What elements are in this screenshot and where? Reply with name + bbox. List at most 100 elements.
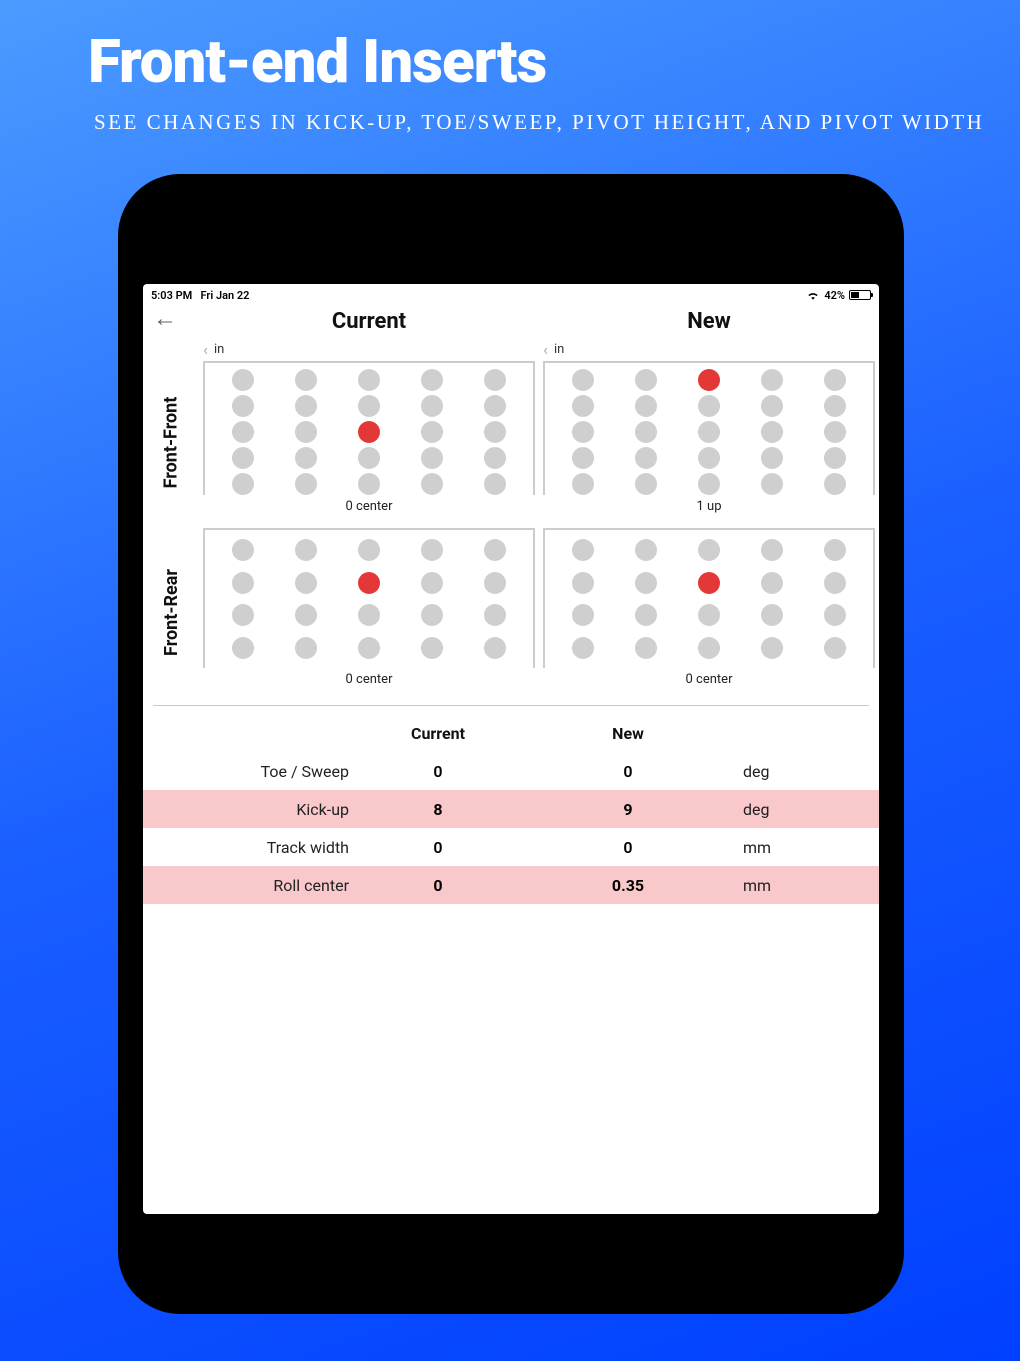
insert-dot[interactable] bbox=[421, 369, 443, 391]
insert-dot[interactable] bbox=[635, 447, 657, 469]
insert-dot[interactable] bbox=[484, 395, 506, 417]
insert-dot[interactable] bbox=[761, 369, 783, 391]
insert-dot[interactable] bbox=[635, 539, 657, 561]
insert-dot[interactable] bbox=[232, 637, 254, 659]
insert-dot[interactable] bbox=[484, 473, 506, 495]
insert-dot[interactable] bbox=[232, 395, 254, 417]
insert-dot[interactable] bbox=[484, 369, 506, 391]
insert-dot[interactable] bbox=[484, 447, 506, 469]
insert-dot[interactable] bbox=[295, 539, 317, 561]
page-subtitle: See changes in kick-up, toe/sweep, pivot… bbox=[0, 97, 1020, 139]
insert-dot[interactable] bbox=[572, 395, 594, 417]
results-table: Current New Toe / Sweep00degKick-up89deg… bbox=[143, 714, 879, 904]
insert-dot[interactable] bbox=[635, 572, 657, 594]
insert-dot[interactable] bbox=[232, 539, 254, 561]
insert-dot[interactable] bbox=[295, 604, 317, 626]
insert-dot[interactable] bbox=[698, 395, 720, 417]
insert-dot[interactable] bbox=[635, 637, 657, 659]
insert-dot[interactable] bbox=[358, 447, 380, 469]
insert-dot[interactable] bbox=[484, 421, 506, 443]
insert-dot[interactable] bbox=[824, 637, 846, 659]
insert-dot[interactable] bbox=[232, 604, 254, 626]
insert-dot[interactable] bbox=[572, 369, 594, 391]
insert-dot[interactable] bbox=[572, 447, 594, 469]
insert-dot[interactable] bbox=[232, 447, 254, 469]
insert-dot[interactable] bbox=[484, 637, 506, 659]
insert-dot[interactable] bbox=[698, 604, 720, 626]
zoom-in-current[interactable]: ‹ in bbox=[199, 340, 539, 359]
insert-dot[interactable] bbox=[421, 604, 443, 626]
insert-dot[interactable] bbox=[824, 539, 846, 561]
insert-dot[interactable] bbox=[572, 604, 594, 626]
insert-dot[interactable] bbox=[358, 473, 380, 495]
insert-grid-front-front-new[interactable] bbox=[543, 361, 875, 495]
insert-dot[interactable] bbox=[421, 637, 443, 659]
insert-dot[interactable] bbox=[484, 539, 506, 561]
insert-dot[interactable] bbox=[698, 447, 720, 469]
insert-dot[interactable] bbox=[232, 473, 254, 495]
insert-dot[interactable] bbox=[484, 604, 506, 626]
insert-dot[interactable] bbox=[232, 421, 254, 443]
insert-dot[interactable] bbox=[295, 572, 317, 594]
insert-dot[interactable] bbox=[232, 369, 254, 391]
insert-dot[interactable] bbox=[761, 473, 783, 495]
insert-dot[interactable] bbox=[635, 369, 657, 391]
insert-dot[interactable] bbox=[232, 572, 254, 594]
insert-dot[interactable] bbox=[358, 539, 380, 561]
row-label-front-rear: Front-Rear bbox=[161, 569, 182, 656]
insert-dot[interactable] bbox=[358, 369, 380, 391]
insert-dot[interactable] bbox=[698, 572, 720, 594]
insert-dot[interactable] bbox=[421, 539, 443, 561]
insert-dot[interactable] bbox=[421, 421, 443, 443]
column-header-current: Current bbox=[199, 309, 539, 334]
insert-dot[interactable] bbox=[761, 637, 783, 659]
insert-dot[interactable] bbox=[761, 539, 783, 561]
insert-dot[interactable] bbox=[358, 637, 380, 659]
insert-dot[interactable] bbox=[572, 572, 594, 594]
insert-dot[interactable] bbox=[698, 637, 720, 659]
insert-dot[interactable] bbox=[698, 473, 720, 495]
insert-dot[interactable] bbox=[761, 395, 783, 417]
insert-dot[interactable] bbox=[761, 447, 783, 469]
insert-dot[interactable] bbox=[421, 447, 443, 469]
insert-dot[interactable] bbox=[421, 572, 443, 594]
insert-grid-front-rear-new[interactable] bbox=[543, 528, 875, 668]
insert-dot[interactable] bbox=[824, 473, 846, 495]
insert-dot[interactable] bbox=[761, 604, 783, 626]
insert-dot[interactable] bbox=[824, 604, 846, 626]
insert-grid-front-front-current[interactable] bbox=[203, 361, 535, 495]
insert-grid-front-rear-current[interactable] bbox=[203, 528, 535, 668]
insert-dot[interactable] bbox=[484, 572, 506, 594]
insert-dot[interactable] bbox=[295, 473, 317, 495]
insert-dot[interactable] bbox=[824, 421, 846, 443]
insert-dot[interactable] bbox=[824, 572, 846, 594]
insert-dot[interactable] bbox=[635, 421, 657, 443]
insert-dot[interactable] bbox=[824, 369, 846, 391]
insert-dot[interactable] bbox=[295, 637, 317, 659]
insert-dot[interactable] bbox=[572, 473, 594, 495]
insert-dot[interactable] bbox=[698, 539, 720, 561]
insert-dot[interactable] bbox=[761, 421, 783, 443]
insert-dot[interactable] bbox=[295, 421, 317, 443]
insert-dot[interactable] bbox=[358, 572, 380, 594]
insert-dot[interactable] bbox=[295, 369, 317, 391]
insert-dot[interactable] bbox=[358, 395, 380, 417]
insert-dot[interactable] bbox=[572, 637, 594, 659]
insert-dot[interactable] bbox=[358, 604, 380, 626]
insert-dot[interactable] bbox=[635, 604, 657, 626]
insert-dot[interactable] bbox=[421, 473, 443, 495]
insert-dot[interactable] bbox=[572, 421, 594, 443]
zoom-in-new[interactable]: ‹ in bbox=[539, 340, 879, 359]
insert-dot[interactable] bbox=[358, 421, 380, 443]
insert-dot[interactable] bbox=[635, 473, 657, 495]
insert-dot[interactable] bbox=[572, 539, 594, 561]
insert-dot[interactable] bbox=[824, 395, 846, 417]
insert-dot[interactable] bbox=[295, 395, 317, 417]
insert-dot[interactable] bbox=[824, 447, 846, 469]
insert-dot[interactable] bbox=[635, 395, 657, 417]
insert-dot[interactable] bbox=[698, 421, 720, 443]
insert-dot[interactable] bbox=[421, 395, 443, 417]
insert-dot[interactable] bbox=[761, 572, 783, 594]
insert-dot[interactable] bbox=[698, 369, 720, 391]
insert-dot[interactable] bbox=[295, 447, 317, 469]
